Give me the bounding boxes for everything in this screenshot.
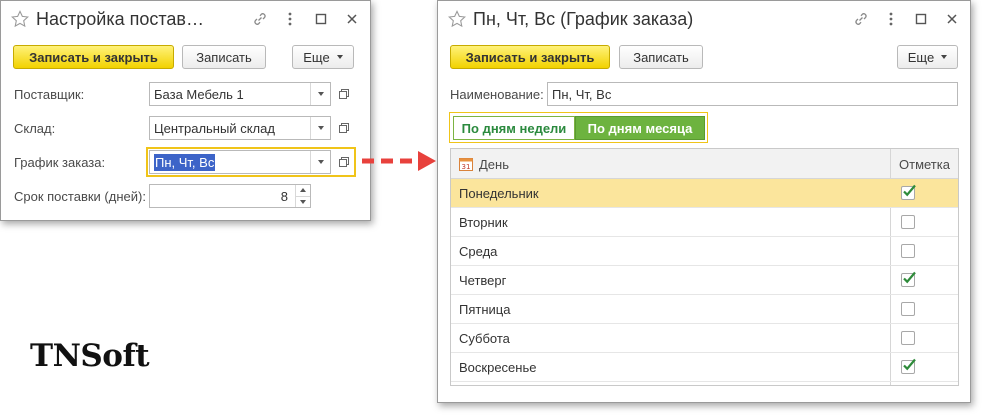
open-item-icon[interactable] [334, 116, 354, 140]
dashed-arrow-icon [362, 151, 436, 171]
table-row[interactable]: Четверг [451, 266, 958, 295]
mark-checkbox[interactable] [901, 215, 915, 229]
supplier-label: Поставщик: [14, 87, 85, 102]
link-icon[interactable] [252, 11, 268, 27]
mark-checkbox[interactable] [901, 302, 915, 316]
table-row[interactable]: Понедельник [451, 179, 958, 208]
close-icon[interactable] [944, 11, 960, 27]
close-icon[interactable] [344, 11, 360, 27]
table-row[interactable]: Вторник [451, 208, 958, 237]
day-name: Суббота [459, 331, 510, 346]
more-menu-button[interactable]: Еще [292, 45, 354, 69]
mark-checkbox[interactable] [901, 271, 916, 287]
save-button[interactable]: Записать [182, 45, 266, 69]
mark-checkbox[interactable] [901, 184, 916, 200]
day-name: Вторник [459, 215, 508, 230]
more-menu-button[interactable]: Еще [897, 45, 958, 69]
favorite-star-icon[interactable] [448, 10, 466, 28]
dropdown-arrow-icon[interactable] [310, 83, 330, 105]
mark-checkbox[interactable] [901, 358, 916, 374]
supplier-field[interactable]: База Мебель 1 [149, 82, 331, 106]
calendar-icon: 31 [459, 158, 473, 171]
days-table: 31 День Отметка Понедельник Вторник Среда Ч… [450, 148, 959, 386]
link-icon[interactable] [853, 11, 869, 27]
name-field[interactable]: Пн, Чт, Вс [547, 82, 958, 106]
table-row[interactable]: Воскресенье [451, 353, 958, 382]
more-label: Еще [907, 49, 935, 65]
dropdown-arrow-icon[interactable] [310, 151, 330, 173]
open-item-icon[interactable] [334, 150, 354, 174]
lead-time-field[interactable]: 8 [149, 184, 311, 208]
day-name: Понедельник [459, 186, 539, 201]
schedule-value-wrap: Пн, Чт, Вс [150, 153, 310, 171]
save-and-close-button[interactable]: Записать и закрыть [13, 45, 174, 69]
day-name: Четверг [459, 273, 507, 288]
window-title: Настройка постав… [36, 9, 204, 29]
number-stepper[interactable] [295, 185, 310, 207]
column-day-header[interactable]: 31 День [459, 149, 509, 179]
lead-time-value: 8 [280, 188, 288, 204]
warehouse-value: Центральный склад [154, 120, 275, 136]
checkmark-icon [903, 358, 916, 371]
name-value: Пн, Чт, Вс [552, 86, 612, 102]
column-mark-header[interactable]: Отметка [899, 149, 950, 179]
more-label: Еще [303, 49, 330, 65]
save-button[interactable]: Записать [619, 45, 703, 69]
chevron-down-icon [941, 55, 948, 59]
maximize-icon[interactable] [913, 11, 929, 27]
dropdown-arrow-icon[interactable] [310, 117, 330, 139]
toggle-by-week[interactable]: По дням недели [453, 116, 575, 140]
table-row[interactable]: Среда [451, 237, 958, 266]
maximize-icon[interactable] [313, 11, 329, 27]
schedule-field[interactable]: Пн, Чт, Вс [149, 150, 331, 174]
supplier-value: База Мебель 1 [154, 86, 244, 102]
more-vertical-icon[interactable] [282, 11, 298, 27]
name-label: Наименование: [450, 87, 544, 102]
mark-checkbox[interactable] [901, 331, 915, 345]
window-title: Пн, Чт, Вс (График заказа) [473, 9, 694, 29]
mark-checkbox[interactable] [901, 244, 915, 258]
table-row[interactable]: Суббота [451, 324, 958, 353]
day-name: Пятница [459, 302, 511, 317]
day-name: Воскресенье [459, 360, 537, 375]
tnsoft-logo: TNSoft [30, 338, 150, 374]
open-item-icon[interactable] [334, 82, 354, 106]
table-row[interactable]: Пятница [451, 295, 958, 324]
lead-time-label: Срок поставки (дней): [14, 189, 146, 204]
mode-toggle: По дням недели По дням месяца [449, 112, 708, 143]
warehouse-label: Склад: [14, 121, 56, 136]
more-vertical-icon[interactable] [883, 11, 899, 27]
schedule-label: График заказа: [14, 155, 106, 170]
stepper-down-icon[interactable] [296, 195, 310, 208]
favorite-star-icon[interactable] [11, 10, 29, 28]
schedule-value: Пн, Чт, Вс [154, 153, 216, 171]
save-and-close-button[interactable]: Записать и закрыть [450, 45, 610, 69]
order-schedule-window: Пн, Чт, Вс (График заказа) Записать и за… [437, 0, 971, 403]
title-bar: Пн, Чт, Вс (График заказа) [438, 1, 970, 41]
warehouse-field[interactable]: Центральный склад [149, 116, 331, 140]
supplier-settings-window: Настройка постав… Записать и закрыть Зап… [0, 0, 371, 221]
checkmark-icon [903, 184, 916, 197]
chevron-down-icon [336, 55, 343, 59]
toggle-by-month[interactable]: По дням месяца [575, 116, 705, 140]
column-day-label: День [479, 156, 509, 172]
title-bar: Настройка постав… [1, 1, 370, 41]
checkmark-icon [903, 271, 916, 284]
svg-text:31: 31 [462, 163, 471, 171]
table-header: 31 День Отметка [451, 149, 958, 179]
day-name: Среда [459, 244, 498, 259]
stepper-up-icon[interactable] [296, 185, 310, 196]
